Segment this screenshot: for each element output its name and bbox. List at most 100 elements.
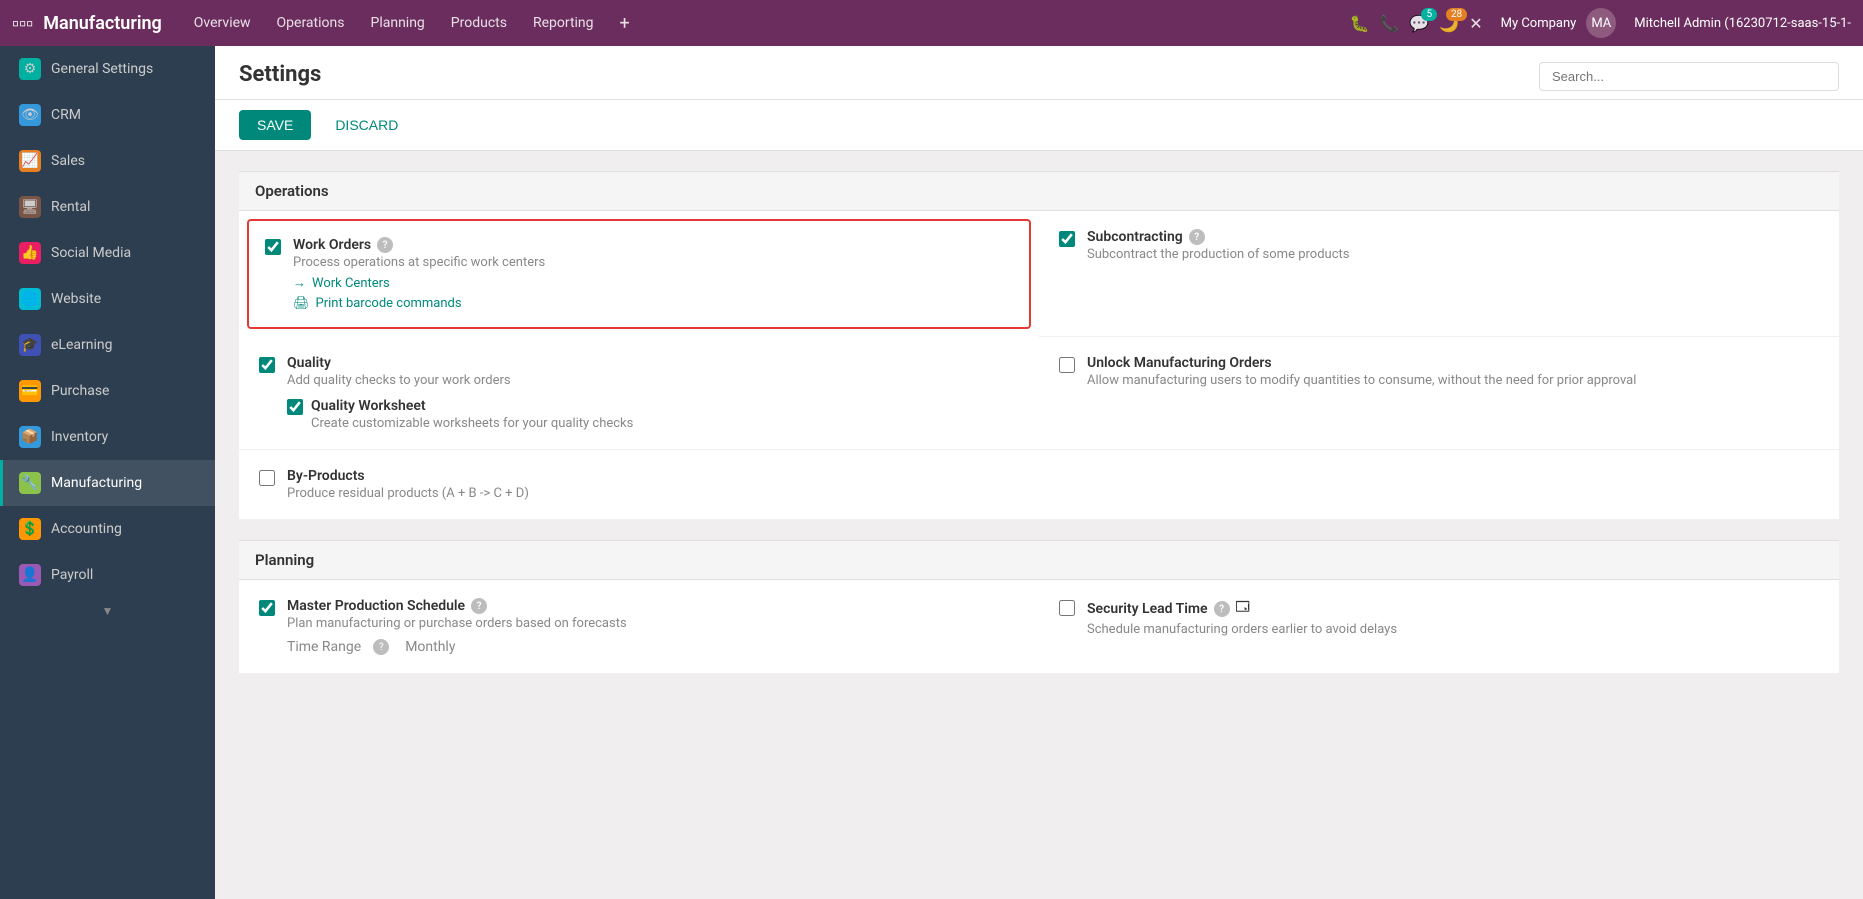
sidebar-item-accounting[interactable]: 💲 Accounting — [0, 506, 215, 552]
time-range-value: Monthly — [405, 639, 455, 655]
sidebar-item-manufacturing[interactable]: 🔧 Manufacturing — [0, 460, 215, 506]
security-lead-time-text: Security Lead Time ? 🗔 Schedule manufact… — [1087, 598, 1397, 637]
sidebar-label-general-settings: General Settings — [51, 61, 153, 77]
time-range-label: Time Range — [287, 639, 361, 655]
unlock-manufacturing-title: Unlock Manufacturing Orders — [1087, 355, 1636, 371]
sidebar-label-website: Website — [51, 291, 101, 307]
print-barcode-link[interactable]: 🖨 Print barcode commands — [293, 296, 545, 311]
close-icon[interactable]: ✕ — [1469, 14, 1482, 33]
quality-setting: Quality Add quality checks to your work … — [239, 337, 1039, 450]
work-centers-link[interactable]: → Work Centers — [293, 275, 545, 291]
sidebar-item-sales[interactable]: 📈 Sales — [0, 138, 215, 184]
settings-body: Operations Work Orders ? Process operati… — [215, 151, 1863, 899]
sidebar: ⚙ General Settings 👁 CRM 📈 Sales 🖥 Renta… — [0, 46, 215, 899]
planning-grid: Master Production Schedule ? Plan manufa… — [239, 580, 1839, 674]
social-media-icon: 👍 — [19, 242, 41, 264]
nav-operations[interactable]: Operations — [267, 15, 355, 31]
messages-badge: 5 — [1421, 8, 1437, 21]
manufacturing-icon: 🔧 — [19, 472, 41, 494]
company-name[interactable]: My Company — [1501, 16, 1577, 31]
subcontracting-setting: Subcontracting ? Subcontract the product… — [1039, 211, 1839, 337]
crm-icon: 👁 — [19, 104, 41, 126]
subcontracting-checkbox[interactable] — [1059, 231, 1075, 247]
sidebar-item-inventory[interactable]: 📦 Inventory — [0, 414, 215, 460]
planning-section-header: Planning — [239, 540, 1839, 580]
sidebar-item-elearning[interactable]: 🎓 eLearning — [0, 322, 215, 368]
unlock-manufacturing-text: Unlock Manufacturing Orders Allow manufa… — [1087, 355, 1636, 388]
add-nav-icon[interactable]: + — [610, 13, 640, 34]
work-orders-checkbox[interactable] — [265, 239, 281, 255]
quality-desc: Add quality checks to your work orders — [287, 373, 633, 388]
save-button[interactable]: SAVE — [239, 110, 311, 140]
nav-overview[interactable]: Overview — [184, 15, 261, 31]
security-lead-time-help-icon[interactable]: ? — [1214, 601, 1230, 617]
nav-products[interactable]: Products — [441, 15, 517, 31]
sidebar-label-purchase: Purchase — [51, 383, 109, 399]
unlock-manufacturing-setting: Unlock Manufacturing Orders Allow manufa… — [1039, 337, 1839, 450]
security-lead-time-desc: Schedule manufacturing orders earlier to… — [1087, 622, 1397, 637]
security-lead-time-grid-icon: 🗔 — [1236, 598, 1250, 620]
by-products-text: By-Products Produce residual products (A… — [287, 468, 529, 501]
by-products-setting: By-Products Produce residual products (A… — [239, 450, 1039, 520]
master-production-schedule-text: Master Production Schedule ? Plan manufa… — [287, 598, 627, 655]
top-navigation: ▫▫▫ Manufacturing Overview Operations Pl… — [0, 0, 1863, 46]
quality-text: Quality Add quality checks to your work … — [287, 355, 633, 431]
toolbar: SAVE DISCARD — [215, 100, 1863, 151]
payroll-icon: 👤 — [19, 564, 41, 586]
time-range-sub: Time Range ? Monthly — [287, 639, 627, 655]
nav-icons: 🐛 📞 💬 5 🌙 28 ✕ My Company MA Mitchell Ad… — [1350, 8, 1852, 38]
quality-title: Quality — [287, 355, 633, 371]
sidebar-item-website[interactable]: 🌐 Website — [0, 276, 215, 322]
sidebar-label-crm: CRM — [51, 107, 81, 123]
print-barcode-icon: 🖨 — [293, 296, 310, 311]
nav-planning[interactable]: Planning — [360, 15, 434, 31]
quality-worksheet-sub: Quality Worksheet Create customizable wo… — [287, 398, 633, 431]
quality-worksheet-title: Quality Worksheet — [311, 398, 633, 414]
sidebar-label-manufacturing: Manufacturing — [51, 475, 142, 491]
sidebar-label-sales: Sales — [51, 153, 85, 169]
accounting-icon: 💲 — [19, 518, 41, 540]
website-icon: 🌐 — [19, 288, 41, 310]
sidebar-item-crm[interactable]: 👁 CRM — [0, 92, 215, 138]
by-products-title: By-Products — [287, 468, 529, 484]
operations-section-header: Operations — [239, 171, 1839, 211]
bug-icon[interactable]: 🐛 — [1350, 14, 1370, 33]
subcontracting-title: Subcontracting ? — [1087, 229, 1349, 245]
activity-icon[interactable]: 🌙 28 — [1439, 14, 1459, 33]
sidebar-item-payroll[interactable]: 👤 Payroll — [0, 552, 215, 598]
quality-worksheet-checkbox[interactable] — [287, 399, 303, 415]
sidebar-item-rental[interactable]: 🖥 Rental — [0, 184, 215, 230]
main-content: Settings SAVE DISCARD Operations Work O — [215, 46, 1863, 899]
by-products-checkbox[interactable] — [259, 470, 275, 486]
security-lead-time-checkbox[interactable] — [1059, 600, 1075, 616]
master-production-help-icon[interactable]: ? — [471, 598, 487, 614]
master-production-schedule-checkbox[interactable] — [259, 600, 275, 616]
work-orders-title: Work Orders ? — [293, 237, 545, 253]
activity-badge: 28 — [1446, 8, 1467, 21]
operations-section: Operations Work Orders ? Process operati… — [239, 171, 1839, 520]
search-input[interactable] — [1539, 62, 1839, 91]
nav-reporting[interactable]: Reporting — [523, 15, 604, 31]
sidebar-item-purchase[interactable]: 💳 Purchase — [0, 368, 215, 414]
user-info[interactable]: Mitchell Admin (16230712-saas-15-1- — [1634, 16, 1851, 31]
avatar[interactable]: MA — [1586, 8, 1616, 38]
general-settings-icon: ⚙ — [19, 58, 41, 80]
operations-grid: Work Orders ? Process operations at spec… — [239, 211, 1839, 520]
time-range-help-icon[interactable]: ? — [373, 639, 389, 655]
discard-button[interactable]: DISCARD — [323, 110, 410, 140]
app-name: Manufacturing — [43, 13, 162, 34]
sales-icon: 📈 — [19, 150, 41, 172]
sidebar-item-social-media[interactable]: 👍 Social Media — [0, 230, 215, 276]
work-orders-setting: Work Orders ? Process operations at spec… — [247, 219, 1031, 329]
quality-checkbox[interactable] — [259, 357, 275, 373]
by-products-desc: Produce residual products (A + B -> C + … — [287, 486, 529, 501]
app-grid-icon[interactable]: ▫▫▫ — [12, 11, 33, 36]
work-orders-help-icon[interactable]: ? — [377, 237, 393, 253]
subcontracting-help-icon[interactable]: ? — [1189, 229, 1205, 245]
quality-worksheet-text: Quality Worksheet Create customizable wo… — [311, 398, 633, 431]
phone-icon[interactable]: 📞 — [1379, 14, 1399, 33]
unlock-manufacturing-checkbox[interactable] — [1059, 357, 1075, 373]
sidebar-item-general-settings[interactable]: ⚙ General Settings — [0, 46, 215, 92]
rental-icon: 🖥 — [19, 196, 41, 218]
messages-icon[interactable]: 💬 5 — [1409, 14, 1429, 33]
